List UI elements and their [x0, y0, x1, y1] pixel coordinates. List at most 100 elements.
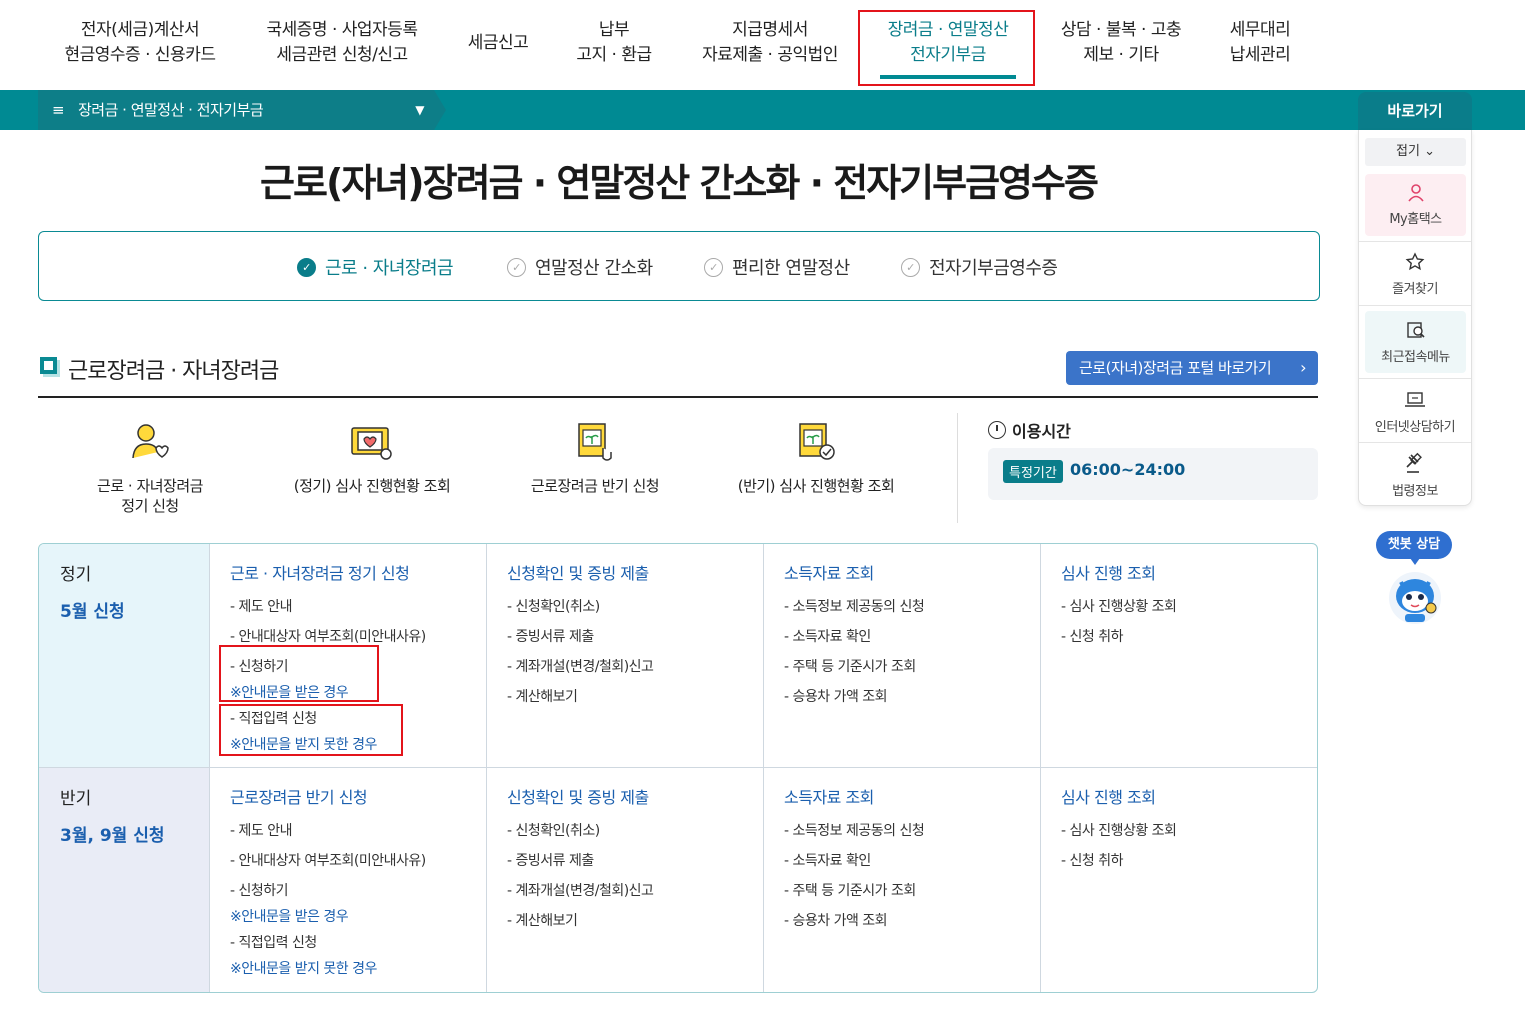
list-note: ※안내문을 받은 경우 [230, 909, 349, 925]
row-title: 정기 [60, 565, 92, 585]
nav-e-tax-invoice[interactable]: 전자(세금)계산서 현금영수증 · 신용카드 [60, 18, 220, 68]
favorites-link[interactable]: 즐겨찾기 [1359, 252, 1471, 297]
list-item[interactable]: - 소득자료 확인 [784, 848, 1040, 878]
divider [1359, 241, 1471, 242]
column-title[interactable]: 심사 진행 조회 [1061, 560, 1317, 584]
page-title: 근로(자녀)장려금 · 연말정산 간소화 · 전자기부금영수증 [260, 161, 1099, 205]
tab-convenient-yearend[interactable]: ✓ 편리한 연말정산 [704, 254, 850, 280]
tab-bar: ✓ 근로 · 자녀장려금 ✓ 연말정산 간소화 ✓ 편리한 연말정산 ✓ 전자기부금영수… [38, 231, 1320, 301]
nav-label-line1: 상담 · 불복 · 고충 [1060, 20, 1182, 40]
row-header: 반기 3월, 9월 신청 [39, 768, 209, 992]
my-hometax-link[interactable]: My홈택스 [1365, 174, 1466, 236]
usage-time-heading: 이용시간 [988, 418, 1071, 442]
list-note: ※안내문을 받지 못한 경우 [230, 961, 377, 977]
list-item[interactable]: - 소득정보 제공동의 신청 [784, 818, 1040, 848]
list-item[interactable]: - 소득자료 확인 [784, 624, 1040, 654]
heart-document-icon [351, 427, 392, 460]
list-item[interactable]: - 신청 취하 [1061, 624, 1317, 654]
grid-column: 소득자료 조회 - 소득정보 제공동의 신청 - 소득자료 확인 - 주택 등 … [763, 768, 1040, 992]
quick-half-apply[interactable]: 근로장려금 반기 신청 [520, 420, 670, 496]
chevron-right-icon: › [1300, 358, 1306, 377]
nav-payment-statement[interactable]: 지급명세서 자료제출 · 공익법인 [694, 18, 846, 68]
portal-shortcut-button[interactable]: 근로(자녀)장려금 포털 바로가기 › [1066, 351, 1318, 385]
section-square-icon [40, 357, 57, 374]
nav-payment[interactable]: 납부 고지 · 환급 [570, 18, 658, 68]
tab-donation-receipt[interactable]: ✓ 전자기부금영수증 [901, 254, 1058, 280]
list-item[interactable]: - 계좌개설(변경/철회)신고 [507, 878, 763, 908]
tab-yearend-simplified[interactable]: ✓ 연말정산 간소화 [507, 254, 653, 280]
list-item[interactable]: - 신청확인(취소) [507, 818, 763, 848]
list-item[interactable]: - 주택 등 기준시가 조회 [784, 654, 1040, 684]
list-item[interactable]: - 소득정보 제공동의 신청 [784, 594, 1040, 624]
quick-label: (정기) 심사 진행현황 조회 [293, 477, 451, 495]
nav-tax-agent[interactable]: 세무대리 납세관리 [1220, 18, 1300, 68]
breadcrumb-label: 장려금 · 연말정산 · 전자기부금 [78, 101, 264, 119]
list-item[interactable]: - 승용차 가액 조회 [784, 684, 1040, 714]
list-item[interactable]: - 심사 진행상황 조회 [1061, 594, 1317, 624]
breadcrumb-bar: ≡ 장려금 · 연말정산 · 전자기부금 ▼ [0, 90, 1525, 130]
nav-certificate[interactable]: 국세증명 · 사업자등록 세금관련 신청/신고 [262, 18, 422, 68]
list-item[interactable]: - 신청확인(취소) [507, 594, 763, 624]
list-item[interactable]: - 안내대상자 여부조회(미안내사유) [230, 848, 486, 878]
column-title[interactable]: 소득자료 조회 [784, 560, 1040, 584]
list-item[interactable]: - 신청하기 [230, 878, 486, 904]
user-icon [1407, 184, 1424, 202]
chatbot-mascot-icon[interactable] [1387, 568, 1443, 626]
highlight-box [858, 10, 1035, 86]
check-icon: ✓ [704, 257, 723, 277]
tab-incentive[interactable]: ✓ 근로 · 자녀장려금 [297, 254, 454, 280]
list-item[interactable]: - 승용차 가액 조회 [784, 908, 1040, 938]
grid-column: 신청확인 및 증빙 제출 - 신청확인(취소) - 증빙서류 제출 - 계좌개설… [486, 768, 763, 992]
list-item[interactable]: - 계좌개설(변경/철회)신고 [507, 654, 763, 684]
grid-row-half: 반기 3월, 9월 신청 근로장려금 반기 신청 - 제도 안내 - 안내대상자… [39, 768, 1317, 992]
quick-regular-apply[interactable]: 근로 · 자녀장려금 정기 신청 [70, 420, 230, 516]
fold-button[interactable]: 접기 ⌄ [1365, 138, 1466, 166]
check-icon: ✓ [297, 257, 316, 277]
nav-label-line2: 고지 · 환급 [576, 45, 652, 65]
list-item[interactable]: - 제도 안내 [230, 818, 486, 848]
nav-label-line1: 세금신고 [467, 33, 529, 53]
internet-consult-link[interactable]: 인터넷상담하기 [1359, 390, 1471, 435]
recent-search-icon [1406, 322, 1425, 338]
period-badge: 특정기간 [1003, 460, 1063, 483]
usage-time-box: 특정기간 06:00~24:00 [988, 448, 1318, 500]
nav-label-line2: 현금영수증 · 신용카드 [64, 45, 216, 65]
list-item[interactable]: - 계산해보기 [507, 908, 763, 938]
grid-column: 신청확인 및 증빙 제출 - 신청확인(취소) - 증빙서류 제출 - 계좌개설… [486, 544, 763, 767]
list-item[interactable]: - 직접입력 신청 [230, 930, 486, 956]
list-item[interactable]: - 계산해보기 [507, 684, 763, 714]
list-item[interactable]: - 증빙서류 제출 [507, 848, 763, 878]
list-item[interactable]: - 신청 취하 [1061, 848, 1317, 878]
column-title[interactable]: 심사 진행 조회 [1061, 784, 1317, 808]
quick-links-panel: 접기 ⌄ My홈택스 즐겨찾기 최근접속메뉴 인터넷상담하기 법령정보 [1358, 130, 1472, 506]
list-item[interactable]: - 증빙서류 제출 [507, 624, 763, 654]
list-item[interactable]: - 제도 안내 [230, 594, 486, 624]
quick-regular-status[interactable]: (정기) 심사 진행현황 조회 [286, 420, 458, 496]
list-item[interactable]: - 심사 진행상황 조회 [1061, 818, 1317, 848]
column-title[interactable]: 신청확인 및 증빙 제출 [507, 784, 763, 808]
law-info-link[interactable]: 법령정보 [1359, 452, 1471, 499]
column-title[interactable]: 근로장려금 반기 신청 [230, 784, 486, 808]
highlight-box [219, 645, 379, 702]
quick-label: 근로장려금 반기 신청 [530, 477, 660, 495]
quick-half-status[interactable]: (반기) 심사 진행현황 조회 [730, 420, 902, 496]
nav-label-line1: 전자(세금)계산서 [80, 20, 200, 40]
menu-grid: 정기 5월 신청 근로 · 자녀장려금 정기 신청 - 제도 안내 - 안내대상… [38, 543, 1318, 993]
recent-menu-link[interactable]: 최근접속메뉴 [1365, 311, 1466, 373]
check-icon: ✓ [901, 257, 920, 277]
nav-label-line1: 납부 [598, 20, 630, 40]
grid-column: 심사 진행 조회 - 심사 진행상황 조회 - 신청 취하 [1040, 768, 1317, 992]
nav-tax-return[interactable]: 세금신고 [456, 31, 540, 56]
column-title[interactable]: 신청확인 및 증빙 제출 [507, 560, 763, 584]
section-divider [38, 396, 1318, 398]
quick-label: 근로 · 자녀장려금 정기 신청 [97, 477, 203, 515]
column-title[interactable]: 소득자료 조회 [784, 784, 1040, 808]
chatbot-bubble[interactable]: 챗봇 상담 [1376, 531, 1452, 565]
column-title[interactable]: 근로 · 자녀장려금 정기 신청 [230, 560, 486, 584]
breadcrumb[interactable]: ≡ 장려금 · 연말정산 · 전자기부금 ▼ [38, 90, 434, 130]
list-item[interactable]: - 주택 등 기준시가 조회 [784, 878, 1040, 908]
nav-label-line2: 자료제출 · 공익법인 [702, 45, 838, 65]
nav-consultation[interactable]: 상담 · 불복 · 고충 제보 · 기타 [1050, 18, 1192, 68]
nav-label-line2: 제보 · 기타 [1083, 45, 1159, 65]
grid-column: 소득자료 조회 - 소득정보 제공동의 신청 - 소득자료 확인 - 주택 등 … [763, 544, 1040, 767]
